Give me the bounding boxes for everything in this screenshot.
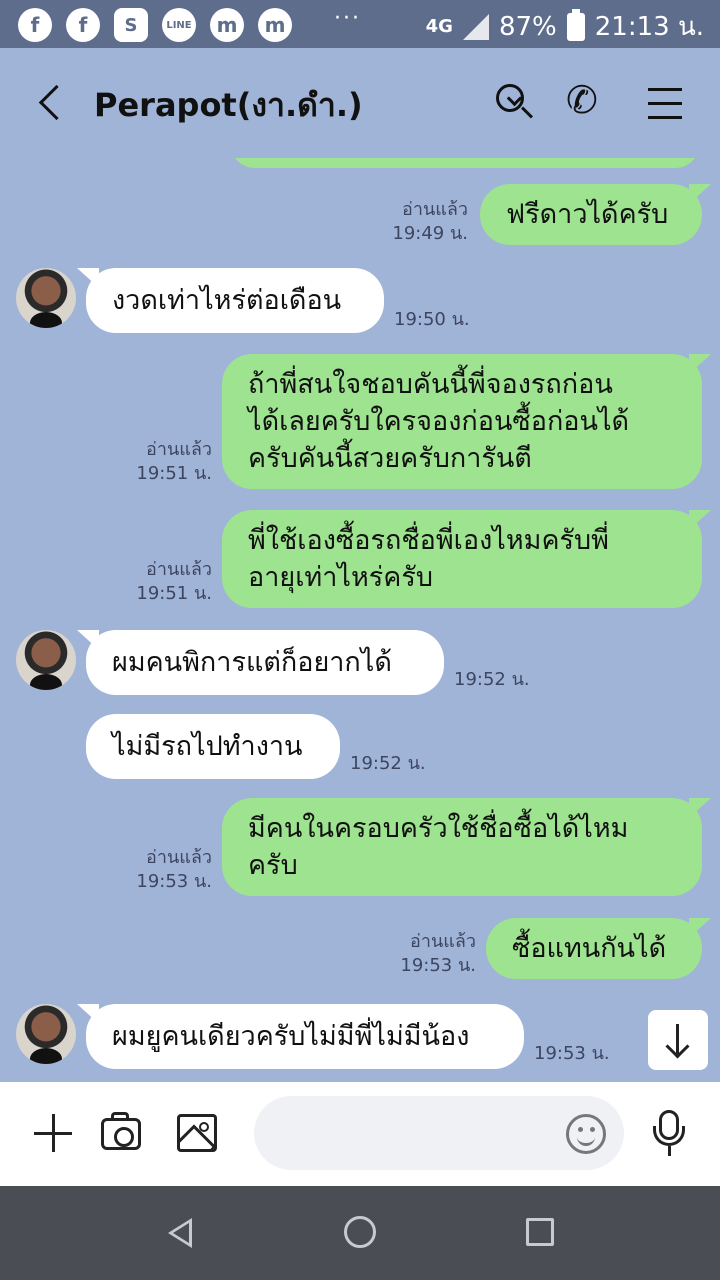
facebook-icon: f (18, 8, 52, 42)
plus-icon[interactable] (28, 1108, 78, 1158)
microphone-icon[interactable] (644, 1108, 694, 1158)
message-time: 19:53 น. (534, 1043, 610, 1064)
nav-recents-icon[interactable] (526, 1218, 554, 1246)
message-bubble-incoming[interactable]: งวดเท่าไหร่ต่อเดือน (77, 268, 384, 333)
phone-icon[interactable]: ✆ (566, 78, 616, 128)
message-time: 19:51 น. (136, 583, 212, 604)
message-time: 19:53 น. (136, 871, 212, 892)
network-type: 4G (425, 16, 453, 37)
avatar[interactable] (16, 630, 76, 690)
facebook-icon: f (66, 8, 100, 42)
message-bubble-partial[interactable] (230, 158, 700, 168)
message-time: 19:53 น. (400, 955, 476, 976)
message-bubble-incoming[interactable]: ไม่มีรถไปทำงาน (86, 714, 340, 779)
message-status: อ่านแล้ว 19:51 น. (114, 438, 212, 486)
messenger-icon: m (210, 8, 244, 42)
chat-header: Perapot(งา.ดำ.) ✆ (0, 48, 720, 158)
read-receipt: อ่านแล้ว (410, 931, 476, 952)
message-bubble-outgoing[interactable]: พี่ใช้เองซื้อรถชื่อพี่เองไหมครับพี่ อายุ… (222, 510, 711, 608)
system-nav-bar (0, 1186, 720, 1280)
message-time: 19:49 น. (392, 223, 468, 244)
message-status: อ่านแล้ว 19:51 น. (114, 558, 212, 606)
shopee-icon: S (114, 8, 148, 42)
messenger-icon: m (258, 8, 292, 42)
read-receipt: อ่านแล้ว (402, 199, 468, 220)
read-receipt: อ่านแล้ว (146, 439, 212, 460)
message-input-bar (0, 1082, 720, 1186)
message-bubble-outgoing[interactable]: มีคนในครอบครัวใช้ชื่อซื้อได้ไหม ครับ (222, 798, 711, 896)
message-bubble-outgoing[interactable]: ถ้าพี่สนใจชอบคันนี้พี่จองรถก่อน ได้เลยคร… (222, 354, 711, 489)
image-icon[interactable] (172, 1108, 222, 1158)
nav-home-icon[interactable] (344, 1216, 376, 1248)
notification-icons: f f S LINE m m (18, 8, 292, 42)
line-icon: LINE (162, 8, 196, 42)
message-bubble-outgoing[interactable]: ฟรีดาวได้ครับ (480, 184, 711, 245)
message-time: 19:50 น. (394, 309, 470, 330)
avatar[interactable] (16, 1004, 76, 1064)
avatar[interactable] (16, 268, 76, 328)
read-receipt: อ่านแล้ว (146, 847, 212, 868)
arrow-down-icon[interactable] (648, 1010, 708, 1070)
hamburger-menu-icon[interactable] (640, 78, 690, 128)
message-time: 19:52 น. (350, 753, 426, 774)
more-notifications-indicator: ··· (334, 6, 361, 31)
message-status: อ่านแล้ว 19:49 น. (370, 198, 468, 246)
message-status: อ่านแล้ว 19:53 น. (378, 930, 476, 978)
back-arrow-icon[interactable] (30, 78, 70, 128)
read-receipt: อ่านแล้ว (146, 559, 212, 580)
nav-back-icon[interactable] (168, 1218, 192, 1248)
status-bar: f f S LINE m m ··· 4G 87% 21:13 น. (0, 0, 720, 48)
message-bubble-incoming[interactable]: ผมยูคนเดียวครับไม่มีพี่ไม่มีน้อง (77, 1004, 524, 1069)
signal-icon (462, 13, 489, 40)
message-status: อ่านแล้ว 19:53 น. (114, 846, 212, 894)
message-time: 19:51 น. (136, 463, 212, 484)
battery-icon (566, 8, 585, 41)
message-list[interactable]: อ่านแล้ว 19:49 น. ฟรีดาวได้ครับ งวดเท่าไ… (0, 158, 720, 1082)
search-icon[interactable] (490, 78, 540, 128)
message-time: 19:52 น. (454, 669, 530, 690)
battery-percent: 87% (498, 11, 557, 42)
emoji-icon[interactable] (566, 1114, 606, 1154)
chat-title: Perapot(งา.ดำ.) (94, 86, 363, 124)
message-bubble-incoming[interactable]: ผมคนพิการแต่ก็อยากได้ (77, 630, 444, 695)
clock: 21:13 น. (594, 12, 704, 42)
camera-icon[interactable] (96, 1108, 146, 1158)
message-bubble-outgoing[interactable]: ซื้อแทนกันได้ (486, 918, 711, 979)
